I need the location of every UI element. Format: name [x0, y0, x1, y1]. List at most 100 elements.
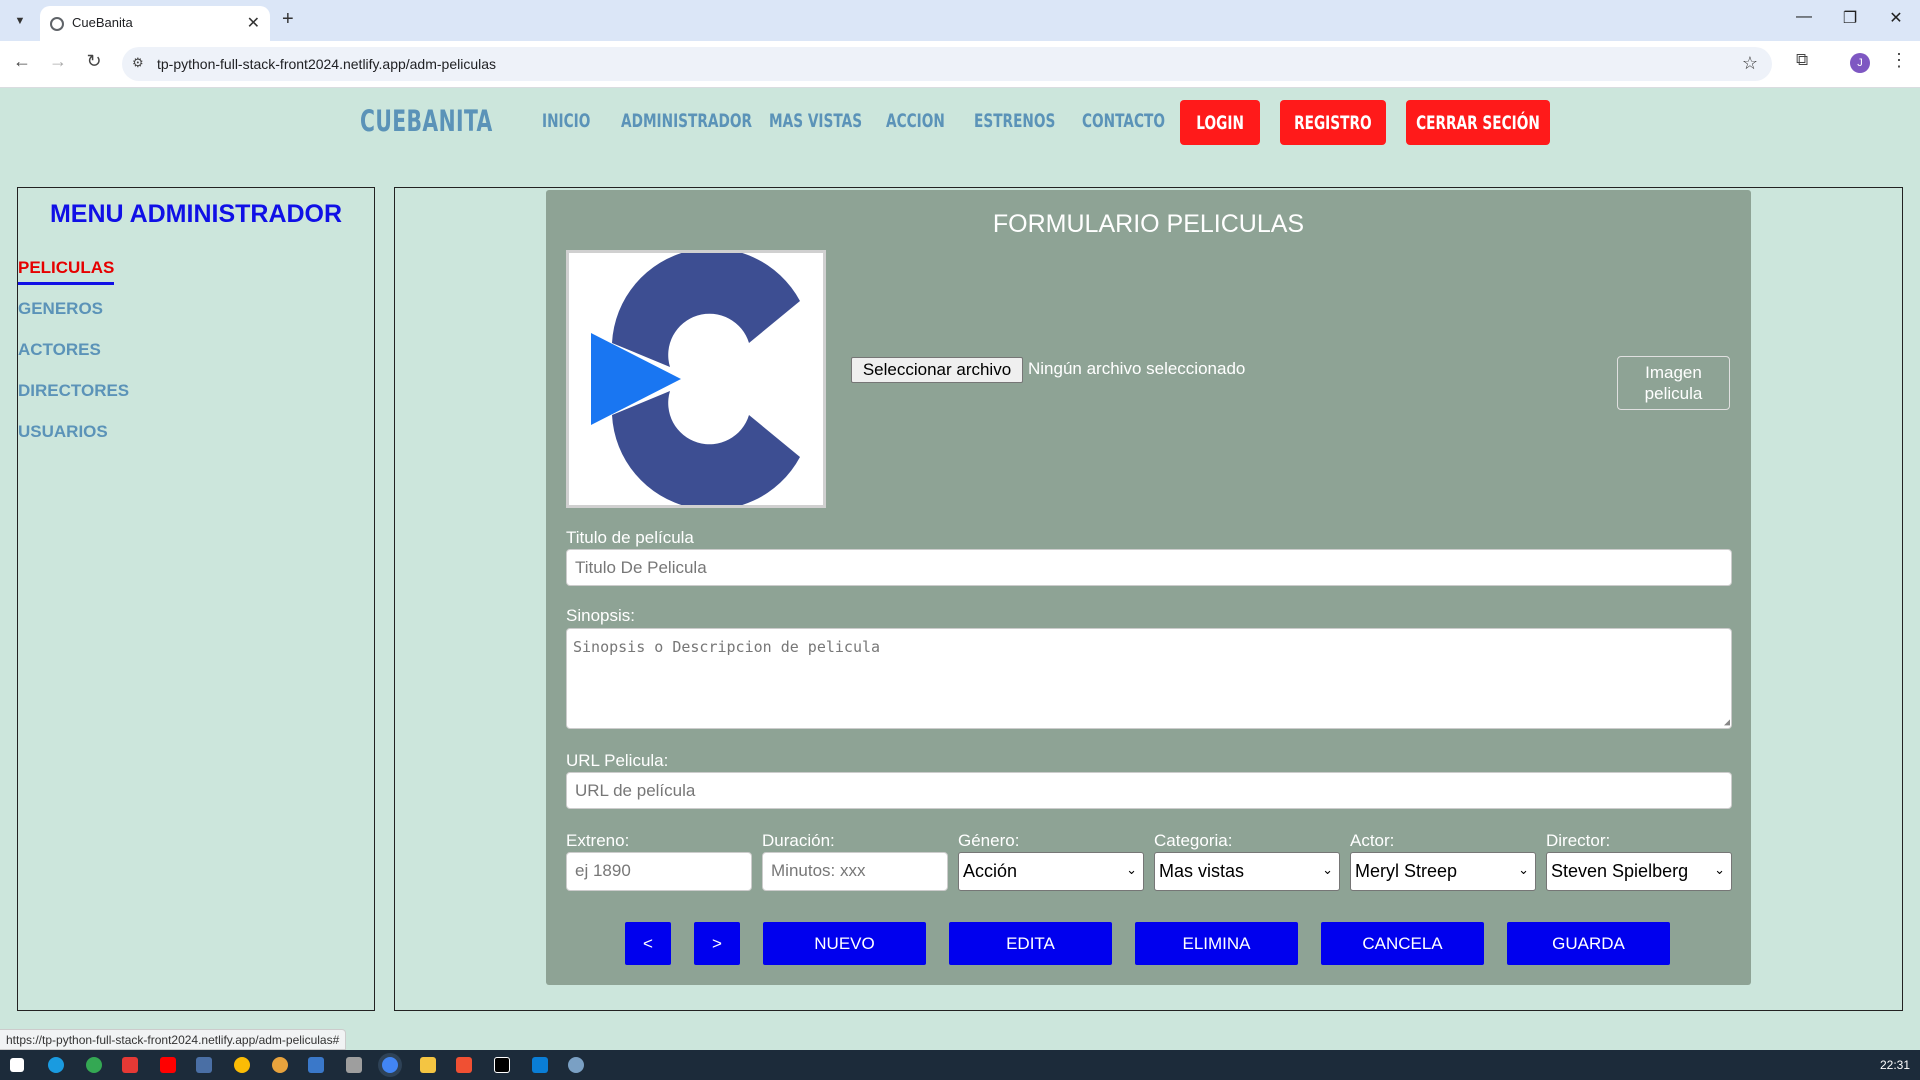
url-label: URL Pelicula:: [566, 751, 669, 770]
sidebar-item-actores[interactable]: ACTORES: [18, 340, 101, 360]
logout-button[interactable]: CERRAR SECIÓN: [1406, 100, 1550, 145]
file-status-text: Ningún archivo seleccionado: [1028, 359, 1246, 378]
genre-label: Género:: [958, 831, 1020, 850]
actor-select[interactable]: Meryl Streep ⌄: [1350, 852, 1536, 891]
tab-close-icon[interactable]: ✕: [247, 13, 260, 33]
actor-label: Actor:: [1350, 831, 1395, 850]
address-bar[interactable]: ⚙ tp-python-full-stack-front2024.netlify…: [122, 47, 1772, 81]
prev-button[interactable]: <: [625, 922, 671, 965]
intellij-icon[interactable]: [494, 1057, 510, 1073]
nav-contacto[interactable]: CONTACTO: [1082, 110, 1165, 132]
calculator-icon[interactable]: [346, 1057, 362, 1073]
synopsis-textarea[interactable]: Sinopsis o Descripcion de pelicula ◢: [566, 628, 1732, 729]
cuebanita-logo-image: [591, 248, 800, 510]
title-input[interactable]: Titulo De Pelicula: [566, 549, 1732, 586]
window-close-icon[interactable]: ✕: [1886, 8, 1906, 28]
release-input[interactable]: ej 1890: [566, 852, 752, 891]
app-misc-icon[interactable]: [568, 1057, 584, 1073]
title-label: Titulo de película: [566, 528, 694, 547]
resize-handle-icon[interactable]: ◢: [1724, 717, 1730, 728]
cancel-button[interactable]: CANCELA: [1321, 922, 1484, 965]
chevron-down-icon: ⌄: [1126, 862, 1137, 877]
duration-input[interactable]: Minutos: xxx: [762, 852, 948, 891]
category-select[interactable]: Mas vistas ⌄: [1154, 852, 1340, 891]
bookmark-star-icon[interactable]: ☆: [1742, 53, 1758, 74]
chrome-profile-icon[interactable]: [272, 1057, 288, 1073]
url-input[interactable]: URL de película: [566, 772, 1732, 809]
site-header: CUEBANITA INICIO ADMINISTRADOR MAS VISTA…: [0, 89, 1920, 179]
browser-menu-icon[interactable]: ⋮: [1890, 50, 1908, 71]
registro-button-label: REGISTRO: [1294, 111, 1372, 134]
link-status-bar: https://tp-python-full-stack-front2024.n…: [0, 1029, 347, 1050]
reload-icon[interactable]: ↻: [82, 51, 106, 72]
synopsis-label: Sinopsis:: [566, 606, 635, 625]
sidebar-item-directores[interactable]: DIRECTORES: [18, 381, 129, 401]
save-button[interactable]: GUARDA: [1507, 922, 1670, 965]
login-button-label: LOGIN: [1196, 111, 1244, 134]
extensions-icon[interactable]: ⧉: [1796, 50, 1808, 70]
chrome-alt-icon[interactable]: [234, 1057, 250, 1073]
active-underline: [18, 282, 115, 285]
category-label: Categoria:: [1154, 831, 1233, 850]
chrome-active-icon[interactable]: [382, 1057, 398, 1073]
clock[interactable]: 22:31: [1880, 1058, 1910, 1072]
chevron-down-icon: ⌄: [1322, 862, 1333, 877]
nav-accion[interactable]: ACCION: [886, 110, 945, 132]
next-button[interactable]: >: [694, 922, 740, 965]
file-explorer-icon[interactable]: [420, 1057, 436, 1073]
youtube-icon[interactable]: [160, 1057, 176, 1073]
browser-tab[interactable]: CueBanita ✕: [40, 6, 270, 41]
url-text[interactable]: tp-python-full-stack-front2024.netlify.a…: [157, 56, 496, 72]
select-file-button[interactable]: Seleccionar archivo: [851, 357, 1023, 383]
director-select[interactable]: Steven Spielberg ⌄: [1546, 852, 1732, 891]
login-button[interactable]: LOGIN: [1180, 100, 1260, 145]
chevron-down-icon: ⌄: [1518, 862, 1529, 877]
remote-desktop-icon[interactable]: [308, 1057, 324, 1073]
registro-button[interactable]: REGISTRO: [1280, 100, 1386, 145]
sidebar-item-usuarios[interactable]: USUARIOS: [18, 422, 108, 442]
tab-search-chevron-icon[interactable]: ▼: [10, 11, 30, 31]
globe-icon: [50, 17, 64, 31]
director-select-value: Steven Spielberg: [1551, 861, 1689, 881]
category-select-value: Mas vistas: [1159, 861, 1245, 881]
sidebar-item-label: PELICULAS: [18, 258, 115, 277]
new-tab-icon[interactable]: +: [282, 8, 294, 31]
chevron-down-icon: ⌄: [1714, 862, 1725, 877]
director-label: Director:: [1546, 831, 1611, 850]
synopsis-placeholder: Sinopsis o Descripcion de pelicula: [573, 638, 881, 656]
site-info-icon[interactable]: ⚙: [132, 55, 144, 71]
vscode-icon[interactable]: [532, 1057, 548, 1073]
browser-toolbar: ← → ↻ ⚙ tp-python-full-stack-front2024.n…: [0, 41, 1920, 88]
app-grid-icon[interactable]: [122, 1057, 138, 1073]
tab-title: CueBanita: [72, 15, 133, 30]
poster-preview: [566, 248, 826, 510]
profile-avatar[interactable]: J: [1850, 53, 1870, 73]
duration-label: Duración:: [762, 831, 835, 850]
edit-button[interactable]: EDITA: [949, 922, 1112, 965]
chrome-icon[interactable]: [86, 1057, 102, 1073]
release-label: Extreno:: [566, 831, 630, 850]
windows-start-icon[interactable]: [10, 1058, 24, 1072]
form-title: FORMULARIO PELICULAS: [992, 210, 1305, 238]
back-icon[interactable]: ←: [10, 51, 34, 72]
minimize-icon[interactable]: —: [1794, 8, 1814, 26]
restore-icon[interactable]: ❐: [1840, 8, 1860, 28]
main-content: FORMULARIO PELICULAS Seleccionar archivo…: [394, 187, 1903, 1011]
image-label-box: Imagen pelicula: [1617, 356, 1730, 410]
edge-icon[interactable]: [48, 1057, 64, 1073]
nav-mas-vistas[interactable]: MAS VISTAS: [769, 110, 862, 132]
git-icon[interactable]: [456, 1057, 472, 1073]
forward-icon[interactable]: →: [46, 51, 70, 72]
nav-inicio[interactable]: INICIO: [542, 110, 590, 132]
nav-estrenos[interactable]: ESTRENOS: [974, 110, 1055, 132]
delete-button[interactable]: ELIMINA: [1135, 922, 1298, 965]
browser-tab-bar: ▼ CueBanita ✕ + — ❐ ✕: [0, 0, 1920, 41]
site-logo[interactable]: CUEBANITA: [360, 104, 493, 138]
new-button[interactable]: NUEVO: [763, 922, 926, 965]
app-icon[interactable]: [196, 1057, 212, 1073]
sidebar-item-generos[interactable]: GENEROS: [18, 299, 103, 319]
nav-administrador[interactable]: ADMINISTRADOR: [621, 110, 752, 132]
sidebar-item-peliculas[interactable]: PELICULAS: [18, 258, 115, 285]
genre-select[interactable]: Acción ⌄: [958, 852, 1144, 891]
genre-select-value: Acción: [963, 861, 1018, 881]
